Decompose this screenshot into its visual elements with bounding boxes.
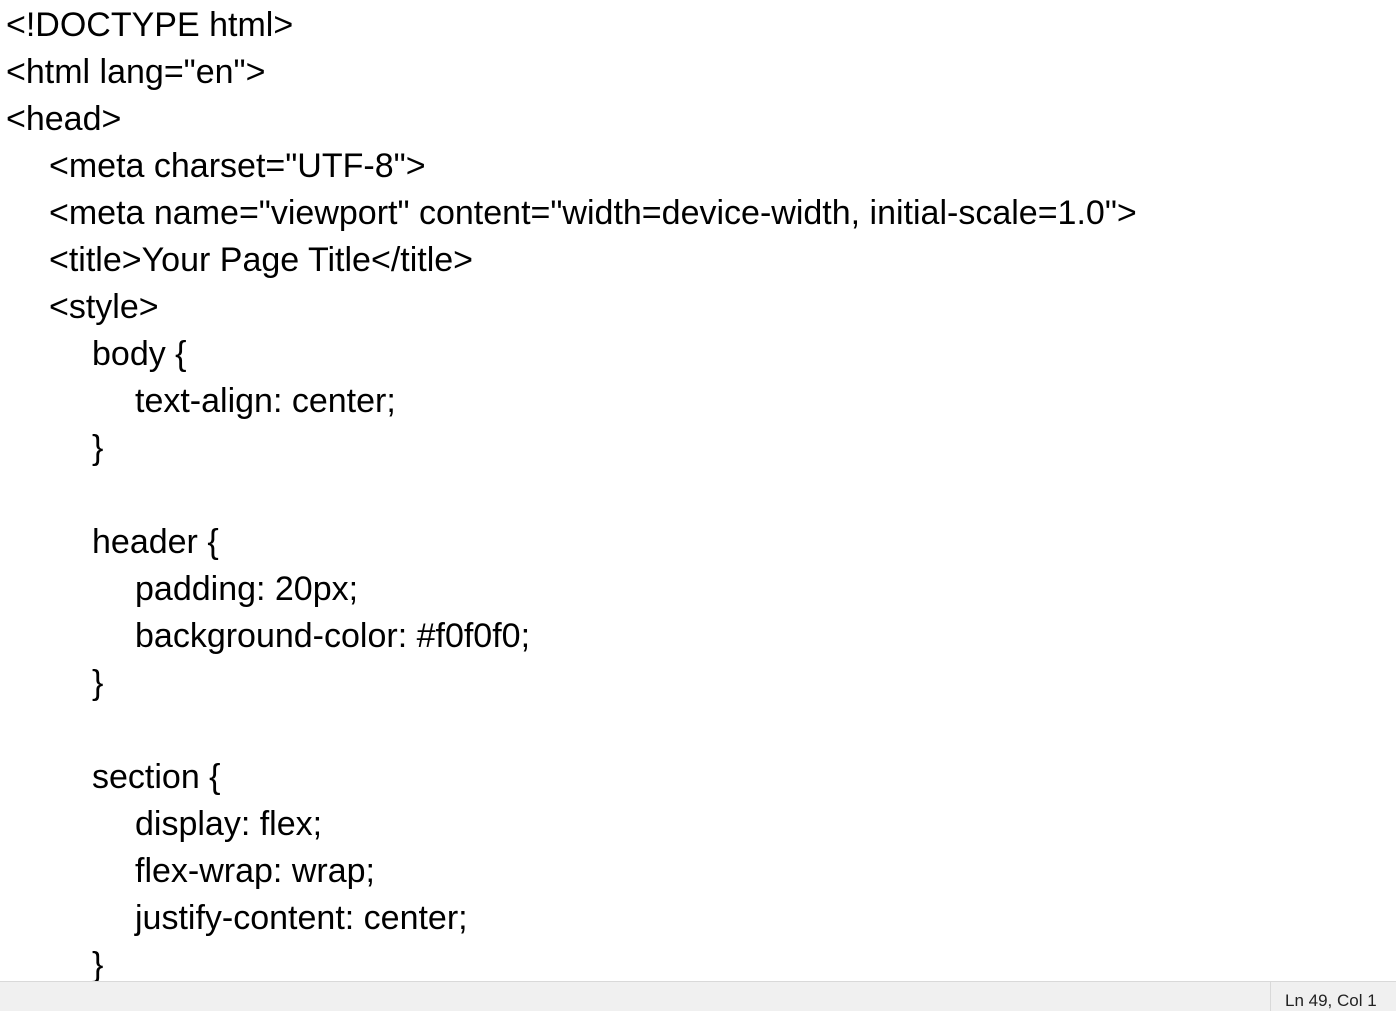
code-line: background-color: #f0f0f0;	[135, 617, 531, 655]
code-line: <title>Your Page Title</title>	[49, 241, 474, 279]
code-line: <meta name="viewport" content="width=dev…	[49, 194, 1137, 232]
code-line: <style>	[49, 288, 159, 326]
status-bar: Ln 49, Col 1	[0, 981, 1396, 1011]
code-line: }	[92, 664, 104, 702]
text-editor[interactable]: <!DOCTYPE html> <html lang="en"> <head> …	[0, 0, 1396, 981]
code-line: section {	[92, 758, 221, 796]
status-pane-position: Ln 49, Col 1	[1270, 982, 1396, 1011]
notepad-window: <!DOCTYPE html> <html lang="en"> <head> …	[0, 0, 1396, 1011]
code-line: justify-content: center;	[135, 899, 468, 937]
code-line: }	[92, 946, 104, 981]
code-line: <html lang="en">	[6, 53, 266, 91]
code-line: header {	[92, 523, 219, 561]
code-line: <meta charset="UTF-8">	[49, 147, 426, 185]
code-line: padding: 20px;	[135, 570, 359, 608]
code-line: display: flex;	[135, 805, 323, 843]
cursor-position: Ln 49, Col 1	[1285, 991, 1377, 1010]
code-line: <!DOCTYPE html>	[6, 6, 294, 44]
code-line: <head>	[6, 100, 122, 138]
code-line: text-align: center;	[135, 382, 396, 420]
code-line: }	[92, 429, 104, 467]
code-line: body {	[92, 335, 187, 373]
code-line: flex-wrap: wrap;	[135, 852, 375, 890]
